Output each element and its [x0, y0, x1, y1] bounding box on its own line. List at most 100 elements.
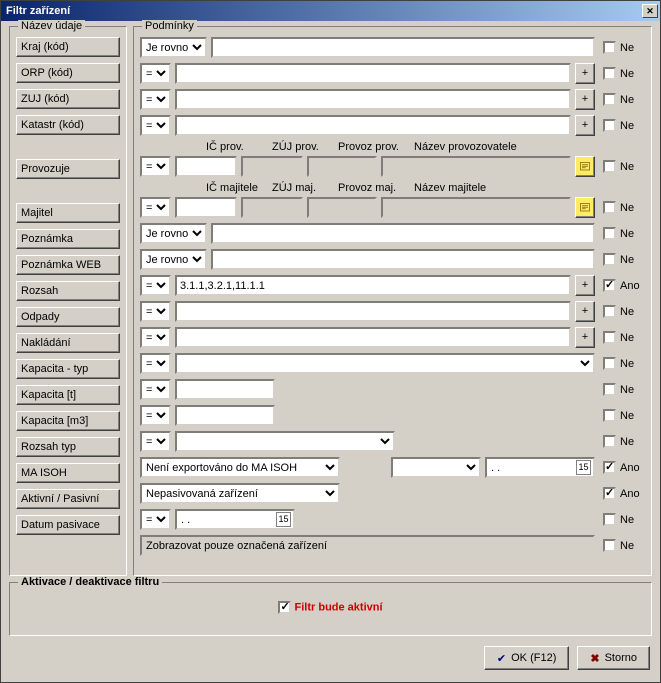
rozsah-operator[interactable]: =: [140, 275, 171, 296]
provozuje-operator[interactable]: =: [140, 156, 171, 177]
label-kapacita-m3[interactable]: Kapacita [m3]: [16, 411, 120, 431]
provozuje-note-button[interactable]: [575, 156, 595, 177]
kapacita-t-operator[interactable]: =: [140, 379, 171, 400]
label-kraj[interactable]: Kraj (kód): [16, 37, 120, 57]
label-aktivni[interactable]: Aktivní / Pasivní: [16, 489, 120, 509]
katastr-plus-button[interactable]: +: [575, 115, 595, 136]
activation-title: Aktivace / deaktivace filtru: [18, 576, 162, 588]
kapacita-t-neg-check[interactable]: [603, 383, 616, 396]
zuj-prov-input: [241, 156, 303, 177]
calendar-icon[interactable]: 15: [276, 512, 291, 527]
filter-active-check[interactable]: [278, 601, 291, 614]
cross-icon: ✖: [590, 652, 599, 665]
katastr-operator[interactable]: =: [140, 115, 171, 136]
ic-prov-input[interactable]: [175, 156, 237, 177]
poznamka-value[interactable]: [211, 223, 595, 244]
majitel-note-button[interactable]: [575, 197, 595, 218]
poznamka-web-value[interactable]: [211, 249, 595, 270]
ma-isoh-select[interactable]: Není exportováno do MA ISOH: [140, 457, 340, 478]
ok-button[interactable]: ✔ OK (F12): [484, 646, 569, 670]
rozsah-plus-button[interactable]: +: [575, 275, 595, 296]
datum-pasivace-operator[interactable]: =: [140, 509, 171, 530]
label-majitel[interactable]: Majitel: [16, 203, 120, 223]
poznamka-web-neg-check[interactable]: [603, 253, 616, 266]
odpady-plus-button[interactable]: +: [575, 301, 595, 322]
label-poznamka-web[interactable]: Poznámka WEB: [16, 255, 120, 275]
provozuje-neg-check[interactable]: [603, 160, 616, 173]
label-kapacita-t[interactable]: Kapacita [t]: [16, 385, 120, 405]
kapacita-typ-value[interactable]: [175, 353, 595, 374]
kapacita-typ-operator[interactable]: =: [140, 353, 171, 374]
ma-isoh-extra-select[interactable]: [391, 457, 481, 478]
orp-neg-check[interactable]: [603, 67, 616, 80]
orp-operator[interactable]: =: [140, 63, 171, 84]
kraj-value[interactable]: [211, 37, 595, 58]
datum-pasivace-neg-check[interactable]: [603, 513, 616, 526]
majitel-operator[interactable]: =: [140, 197, 171, 218]
poznamka-web-operator[interactable]: Je rovno: [140, 249, 207, 270]
odpady-operator[interactable]: =: [140, 301, 171, 322]
orp-value[interactable]: [175, 63, 571, 84]
titlebar: Filtr zařízení ✕: [1, 1, 660, 21]
katastr-value[interactable]: [175, 115, 571, 136]
label-rozsah[interactable]: Rozsah: [16, 281, 120, 301]
kapacita-typ-neg-check[interactable]: [603, 357, 616, 370]
storno-button[interactable]: ✖ Storno: [577, 646, 650, 670]
nakladani-neg-check[interactable]: [603, 331, 616, 344]
label-provozuje[interactable]: Provozuje: [16, 159, 120, 179]
poznamka-neg-check[interactable]: [603, 227, 616, 240]
hdr-nazev-maj: Název majitele: [414, 182, 486, 196]
label-ma-isoh[interactable]: MA ISOH: [16, 463, 120, 483]
calendar-icon[interactable]: 15: [576, 460, 591, 475]
kapacita-t-value[interactable]: [175, 379, 275, 400]
zuj-value[interactable]: [175, 89, 571, 110]
label-kapacita-typ[interactable]: Kapacita - typ: [16, 359, 120, 379]
label-nakladani[interactable]: Nakládání: [16, 333, 120, 353]
poznamka-operator[interactable]: Je rovno: [140, 223, 207, 244]
show-marked-check[interactable]: [603, 539, 616, 552]
kraj-operator[interactable]: Je rovno: [140, 37, 207, 58]
datum-pasivace-value[interactable]: . .15: [175, 509, 295, 530]
rozsah-typ-operator[interactable]: =: [140, 431, 171, 452]
nakladani-value[interactable]: [175, 327, 571, 348]
ma-isoh-neg-check[interactable]: [603, 461, 616, 474]
cond-group-title: Podmínky: [142, 20, 197, 32]
rozsah-typ-value[interactable]: [175, 431, 395, 452]
ic-maj-input[interactable]: [175, 197, 237, 218]
ma-isoh-date[interactable]: . .15: [485, 457, 595, 478]
kapacita-m3-operator[interactable]: =: [140, 405, 171, 426]
odpady-neg-check[interactable]: [603, 305, 616, 318]
zuj-plus-button[interactable]: +: [575, 89, 595, 110]
zuj-neg-check[interactable]: [603, 93, 616, 106]
rozsah-typ-neg-check[interactable]: [603, 435, 616, 448]
nakladani-operator[interactable]: =: [140, 327, 171, 348]
nazev-maj-input: [381, 197, 571, 218]
nakladani-plus-button[interactable]: +: [575, 327, 595, 348]
neg-label: Ne: [620, 42, 634, 54]
nazev-prov-input: [381, 156, 571, 177]
label-zuj[interactable]: ZUJ (kód): [16, 89, 120, 109]
katastr-neg-check[interactable]: [603, 119, 616, 132]
aktivni-neg-check[interactable]: [603, 487, 616, 500]
majitel-neg-check[interactable]: [603, 201, 616, 214]
label-odpady[interactable]: Odpady: [16, 307, 120, 327]
label-orp[interactable]: ORP (kód): [16, 63, 120, 83]
rozsah-neg-check[interactable]: [603, 279, 616, 292]
odpady-value[interactable]: [175, 301, 571, 322]
kraj-neg-check[interactable]: [603, 41, 616, 54]
aktivni-select[interactable]: Nepasivovaná zařízení: [140, 483, 340, 504]
kapacita-m3-neg-check[interactable]: [603, 409, 616, 422]
check-icon: ✔: [497, 652, 506, 665]
zuj-operator[interactable]: =: [140, 89, 171, 110]
hdr-ic-prov: IČ prov.: [206, 141, 268, 155]
show-marked-label: Zobrazovat pouze označená zařízení: [140, 535, 595, 556]
label-rozsah-typ[interactable]: Rozsah typ: [16, 437, 120, 457]
close-icon[interactable]: ✕: [642, 4, 658, 18]
orp-plus-button[interactable]: +: [575, 63, 595, 84]
label-datum-pasivace[interactable]: Datum pasivace: [16, 515, 120, 535]
label-katastr[interactable]: Katastr (kód): [16, 115, 120, 135]
rozsah-value[interactable]: [175, 275, 571, 296]
hdr-nazev-prov: Název provozovatele: [414, 141, 517, 155]
label-poznamka[interactable]: Poznámka: [16, 229, 120, 249]
kapacita-m3-value[interactable]: [175, 405, 275, 426]
